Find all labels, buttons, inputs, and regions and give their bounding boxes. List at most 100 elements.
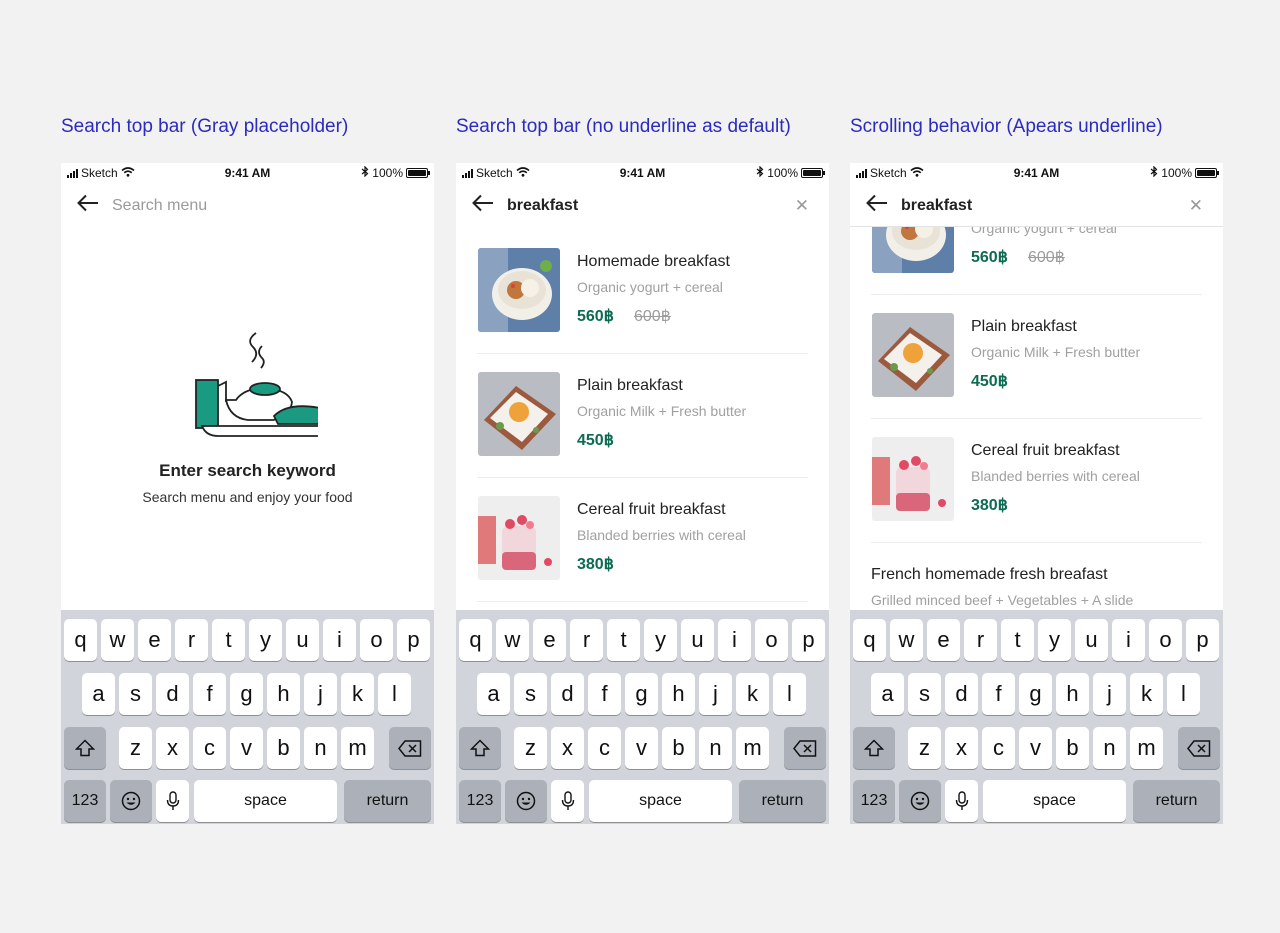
key-k[interactable]: k [736,673,769,715]
microphone-key[interactable] [945,780,978,822]
key-l[interactable]: l [1167,673,1200,715]
key-t[interactable]: t [607,619,640,661]
key-q[interactable]: q [459,619,492,661]
key-z[interactable]: z [908,727,941,769]
list-item[interactable]: Cereal fruit breakfast Blanded berries w… [871,419,1202,543]
key-b[interactable]: b [1056,727,1089,769]
key-w[interactable]: w [890,619,923,661]
key-q[interactable]: q [64,619,97,661]
key-d[interactable]: d [945,673,978,715]
emoji-key[interactable] [899,780,941,822]
key-u[interactable]: u [286,619,319,661]
key-m[interactable]: m [341,727,374,769]
microphone-key[interactable] [156,780,189,822]
key-c[interactable]: c [982,727,1015,769]
key-u[interactable]: u [681,619,714,661]
key-g[interactable]: g [230,673,263,715]
close-icon[interactable]: ✕ [795,196,809,216]
key-j[interactable]: j [1093,673,1126,715]
key-c[interactable]: c [193,727,226,769]
key-i[interactable]: i [323,619,356,661]
search-input[interactable] [112,197,362,215]
key-f[interactable]: f [193,673,226,715]
key-d[interactable]: d [156,673,189,715]
emoji-key[interactable] [505,780,547,822]
key-n[interactable]: n [699,727,732,769]
key-i[interactable]: i [718,619,751,661]
back-arrow-icon[interactable] [866,194,888,216]
key-b[interactable]: b [267,727,300,769]
key-o[interactable]: o [755,619,788,661]
key-a[interactable]: a [871,673,904,715]
key-o[interactable]: o [360,619,393,661]
return-key[interactable]: return [344,780,431,822]
key-g[interactable]: g [1019,673,1052,715]
key-x[interactable]: x [945,727,978,769]
key-k[interactable]: k [1130,673,1163,715]
key-x[interactable]: x [551,727,584,769]
list-item[interactable]: Cereal fruit breakfast Blanded berries w… [477,478,808,602]
emoji-key[interactable] [110,780,152,822]
key-u[interactable]: u [1075,619,1108,661]
key-o[interactable]: o [1149,619,1182,661]
list-item[interactable]: Plain breakfast Organic Milk + Fresh but… [477,354,808,478]
key-e[interactable]: e [927,619,960,661]
key-h[interactable]: h [267,673,300,715]
key-h[interactable]: h [1056,673,1089,715]
key-z[interactable]: z [514,727,547,769]
key-m[interactable]: m [1130,727,1163,769]
key-t[interactable]: t [212,619,245,661]
shift-key[interactable] [459,727,501,769]
key-r[interactable]: r [964,619,997,661]
key-r[interactable]: r [570,619,603,661]
list-item[interactable]: Homemade breakfast Organic yogurt + cere… [477,230,808,354]
key-z[interactable]: z [119,727,152,769]
delete-key[interactable] [1178,727,1220,769]
key-l[interactable]: l [773,673,806,715]
key-l[interactable]: l [378,673,411,715]
key-w[interactable]: w [101,619,134,661]
space-key[interactable]: space [589,780,732,822]
key-n[interactable]: n [1093,727,1126,769]
close-icon[interactable]: ✕ [1189,196,1203,216]
key-j[interactable]: j [304,673,337,715]
key-s[interactable]: s [119,673,152,715]
microphone-key[interactable] [551,780,584,822]
delete-key[interactable] [389,727,431,769]
numbers-key[interactable]: 123 [64,780,106,822]
shift-key[interactable] [853,727,895,769]
key-j[interactable]: j [699,673,732,715]
key-v[interactable]: v [1019,727,1052,769]
key-a[interactable]: a [477,673,510,715]
key-m[interactable]: m [736,727,769,769]
key-w[interactable]: w [496,619,529,661]
delete-key[interactable] [784,727,826,769]
back-arrow-icon[interactable] [77,194,99,216]
key-y[interactable]: y [249,619,282,661]
key-e[interactable]: e [138,619,171,661]
search-input[interactable]: breakfast [507,197,578,215]
return-key[interactable]: return [739,780,826,822]
key-b[interactable]: b [662,727,695,769]
key-s[interactable]: s [514,673,547,715]
key-h[interactable]: h [662,673,695,715]
space-key[interactable]: space [194,780,337,822]
key-p[interactable]: p [397,619,430,661]
shift-key[interactable] [64,727,106,769]
key-d[interactable]: d [551,673,584,715]
key-g[interactable]: g [625,673,658,715]
key-s[interactable]: s [908,673,941,715]
space-key[interactable]: space [983,780,1126,822]
key-k[interactable]: k [341,673,374,715]
key-x[interactable]: x [156,727,189,769]
key-t[interactable]: t [1001,619,1034,661]
key-v[interactable]: v [625,727,658,769]
key-q[interactable]: q [853,619,886,661]
key-c[interactable]: c [588,727,621,769]
key-y[interactable]: y [644,619,677,661]
key-a[interactable]: a [82,673,115,715]
key-f[interactable]: f [588,673,621,715]
back-arrow-icon[interactable] [472,194,494,216]
key-v[interactable]: v [230,727,263,769]
key-r[interactable]: r [175,619,208,661]
